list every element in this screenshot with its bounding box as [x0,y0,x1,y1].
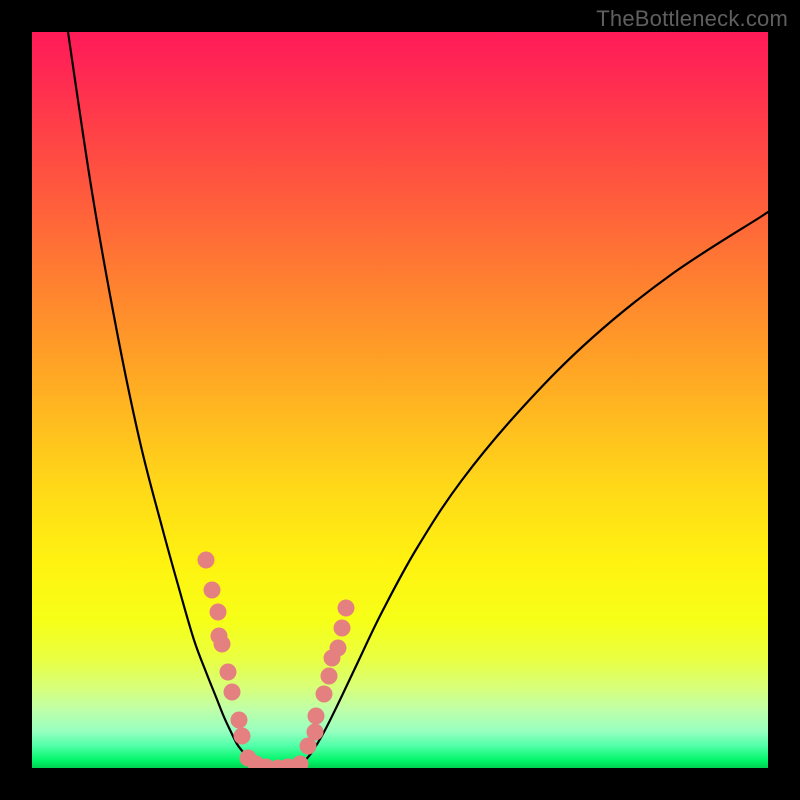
data-point [198,552,215,569]
data-point [308,708,325,725]
data-point [234,728,251,745]
data-point [338,600,355,617]
chart-svg [32,32,768,768]
data-point [292,756,309,769]
curve-left-branch [68,32,254,764]
chart-frame: TheBottleneck.com [0,0,800,800]
curve-right-branch [302,210,768,764]
data-point [330,640,347,657]
data-point [316,686,333,703]
data-point [321,668,338,685]
plot-area [32,32,768,768]
data-point [231,712,248,729]
data-point [204,582,221,599]
data-point [214,636,231,653]
scatter-points [198,552,355,769]
data-point [210,604,227,621]
data-point [307,724,324,741]
curve-group [68,32,768,768]
data-point [224,684,241,701]
data-point [220,664,237,681]
data-point [334,620,351,637]
watermark-text: TheBottleneck.com [596,6,788,32]
